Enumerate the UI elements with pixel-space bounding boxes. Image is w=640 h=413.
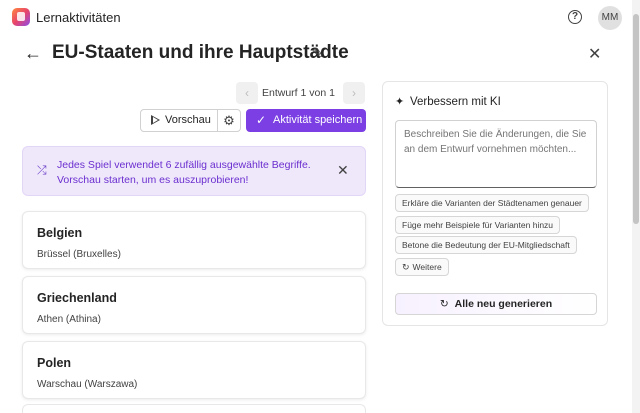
draft-label: Entwurf 1 von 1 bbox=[262, 87, 335, 99]
suggestion-chip[interactable]: Erkläre die Varianten der Städtenamen ge… bbox=[395, 194, 589, 212]
preview-label: Vorschau bbox=[165, 114, 211, 126]
scrollbar[interactable] bbox=[632, 0, 640, 413]
preview-button[interactable]: Vorschau bbox=[140, 109, 218, 132]
suggestion-chip[interactable]: Füge mehr Beispiele für Varianten hinzu bbox=[395, 216, 561, 234]
term-card[interactable]: Polen Warschau (Warszawa) bbox=[22, 341, 366, 399]
more-suggestions-button[interactable]: ↻ Weitere bbox=[395, 258, 449, 276]
regenerate-label: Alle neu generieren bbox=[454, 298, 553, 310]
panel-title: Verbessern mit KI bbox=[410, 96, 501, 108]
avatar[interactable]: MM bbox=[598, 6, 622, 30]
suggestion-chip[interactable]: Betone die Bedeutung der EU-Mitgliedscha… bbox=[395, 236, 577, 254]
ai-prompt-input[interactable] bbox=[395, 120, 597, 188]
card-title: Polen bbox=[37, 356, 72, 370]
save-activity-button[interactable]: ✓ Aktivität speichern bbox=[246, 109, 366, 132]
settings-button[interactable]: ⚙ bbox=[217, 109, 241, 132]
card-title: Griechenland bbox=[37, 291, 117, 305]
sparkle-icon: ✦ bbox=[395, 96, 405, 108]
banner-close-icon[interactable]: ✕ bbox=[337, 162, 349, 179]
card-subtitle: Brüssel (Bruxelles) bbox=[37, 249, 121, 260]
scrollbar-thumb[interactable] bbox=[633, 14, 639, 224]
shuffle-icon: ⤮ bbox=[37, 163, 47, 177]
app-bar: Lernaktivitäten ? MM bbox=[0, 0, 632, 36]
close-icon[interactable]: ✕ bbox=[588, 44, 601, 64]
check-icon: ✓ bbox=[256, 113, 267, 127]
previous-draft-button[interactable]: ‹ bbox=[236, 82, 258, 104]
term-card[interactable]: Belgien Brüssel (Bruxelles) bbox=[22, 211, 366, 269]
app-title: Lernaktivitäten bbox=[36, 10, 121, 25]
save-label: Aktivität speichern bbox=[273, 114, 363, 126]
banner-text: Jedes Spiel verwendet 6 zufällig ausgewä… bbox=[57, 159, 311, 186]
more-label: Weitere bbox=[412, 262, 442, 272]
card-subtitle: Athen (Athina) bbox=[37, 314, 101, 325]
back-arrow-icon[interactable]: ← bbox=[24, 44, 42, 62]
refresh-icon: ↻ bbox=[439, 298, 449, 310]
page-title: EU-Staaten und ihre Hauptstädte bbox=[52, 42, 349, 63]
card-subtitle: Warschau (Warszawa) bbox=[37, 379, 138, 390]
info-banner: ⤮ Jedes Spiel verwendet 6 zufällig ausge… bbox=[22, 146, 366, 196]
help-icon[interactable]: ? bbox=[568, 10, 582, 24]
ai-improve-panel: ✦ Verbessern mit KI Erkläre die Variante… bbox=[382, 81, 608, 326]
refresh-icon: ↻ bbox=[402, 262, 410, 272]
app-logo-icon bbox=[12, 8, 30, 26]
gear-icon: ⚙ bbox=[223, 113, 235, 128]
term-card[interactable]: Griechenland Athen (Athina) bbox=[22, 276, 366, 334]
next-draft-button[interactable]: › bbox=[343, 82, 365, 104]
term-card-partial[interactable] bbox=[22, 404, 366, 413]
regenerate-all-button[interactable]: ↻ Alle neu generieren bbox=[395, 293, 597, 315]
pencil-icon[interactable]: ✎ bbox=[312, 45, 324, 62]
card-title: Belgien bbox=[37, 226, 83, 240]
